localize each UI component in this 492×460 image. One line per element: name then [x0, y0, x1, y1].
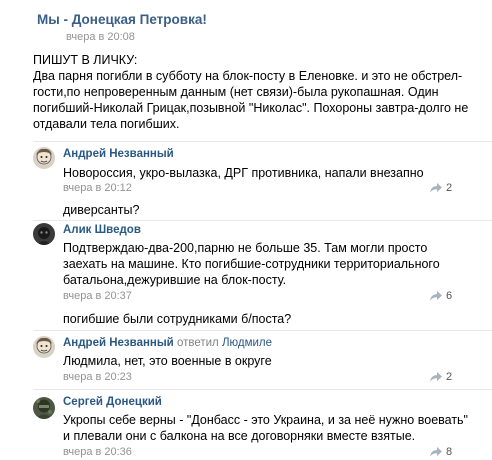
share-count: 2 — [446, 371, 453, 383]
avatar-dark-icon — [33, 223, 55, 245]
comment-author[interactable]: Андрей Незванный ответил Людмиле — [63, 337, 272, 349]
avatar-soldier-icon — [33, 397, 55, 419]
avatar[interactable] — [33, 336, 55, 358]
comment-time[interactable]: вчера в 20:36 — [63, 446, 132, 458]
post-line: гости,по непроверенным данным (нет связи… — [33, 85, 439, 99]
reply-to-link[interactable]: Людмиле — [222, 337, 272, 349]
post-time[interactable]: вчера в 20:08 — [66, 31, 135, 43]
post-line: ПИШУТ В ЛИЧКУ: — [33, 53, 138, 67]
comment-text: и плевали они с балкона на все договорня… — [63, 429, 416, 443]
comment-text: Подтверждаю-два-200,парню не больше 35. … — [63, 241, 428, 255]
comment-text: Людмила, нет, это военные в округе — [63, 354, 272, 368]
post-text: ПИШУТ В ЛИЧКУ: Два парня погибли в суббо… — [33, 52, 485, 132]
comment-author[interactable]: Андрей Незванный — [63, 148, 174, 160]
comment-author[interactable]: Алик Шведов — [63, 224, 141, 236]
avatar[interactable] — [33, 147, 55, 169]
avatar-cartoon-icon — [33, 147, 55, 169]
comment-time[interactable]: вчера в 20:12 — [63, 182, 132, 194]
divider — [33, 220, 492, 221]
comment-fragment: погибшие были сотрудниками б/поста? — [63, 312, 292, 326]
comment-author[interactable]: Сергей Донецкий — [63, 396, 162, 408]
share-count: 6 — [446, 290, 453, 302]
post-line: Два парня погибли в субботу на блок-пост… — [33, 69, 463, 83]
share-icon[interactable] — [430, 447, 442, 457]
divider — [33, 141, 492, 142]
share-count: 2 — [446, 182, 453, 194]
comment-fragment: диверсанты? — [63, 203, 140, 217]
avatar[interactable] — [33, 397, 55, 419]
comment-time[interactable]: вчера в 20:37 — [63, 290, 132, 302]
comment-text: Новороссия, укро-вылазка, ДРГ противника… — [63, 166, 424, 180]
post-line: погибший-Николай Грицак,позывной "Никола… — [33, 101, 469, 115]
share-icon[interactable] — [430, 183, 442, 193]
comment-time[interactable]: вчера в 20:23 — [63, 371, 132, 383]
avatar-cartoon-icon — [33, 336, 55, 358]
post-line: отдавали тела погибших. — [33, 117, 180, 131]
divider — [33, 389, 492, 390]
group-name-link[interactable]: Мы - Донецкая Петровка! — [37, 12, 207, 27]
share-count: 8 — [446, 446, 453, 458]
avatar[interactable] — [33, 223, 55, 245]
comment-text: заехать на машине. Кто погибшие-сотрудни… — [63, 257, 440, 271]
share-icon[interactable] — [430, 372, 442, 382]
share-icon[interactable] — [430, 291, 442, 301]
post-header: Мы - Донецкая Петровка! вчера в 20:08 — [0, 0, 492, 44]
divider — [33, 330, 492, 331]
comment-text: Укропы себе верны - "Донбасс - это Украи… — [63, 413, 468, 427]
comment-text: батальона,дежурившие на блок-посту. — [63, 273, 287, 287]
reply-word: ответил — [176, 337, 219, 349]
